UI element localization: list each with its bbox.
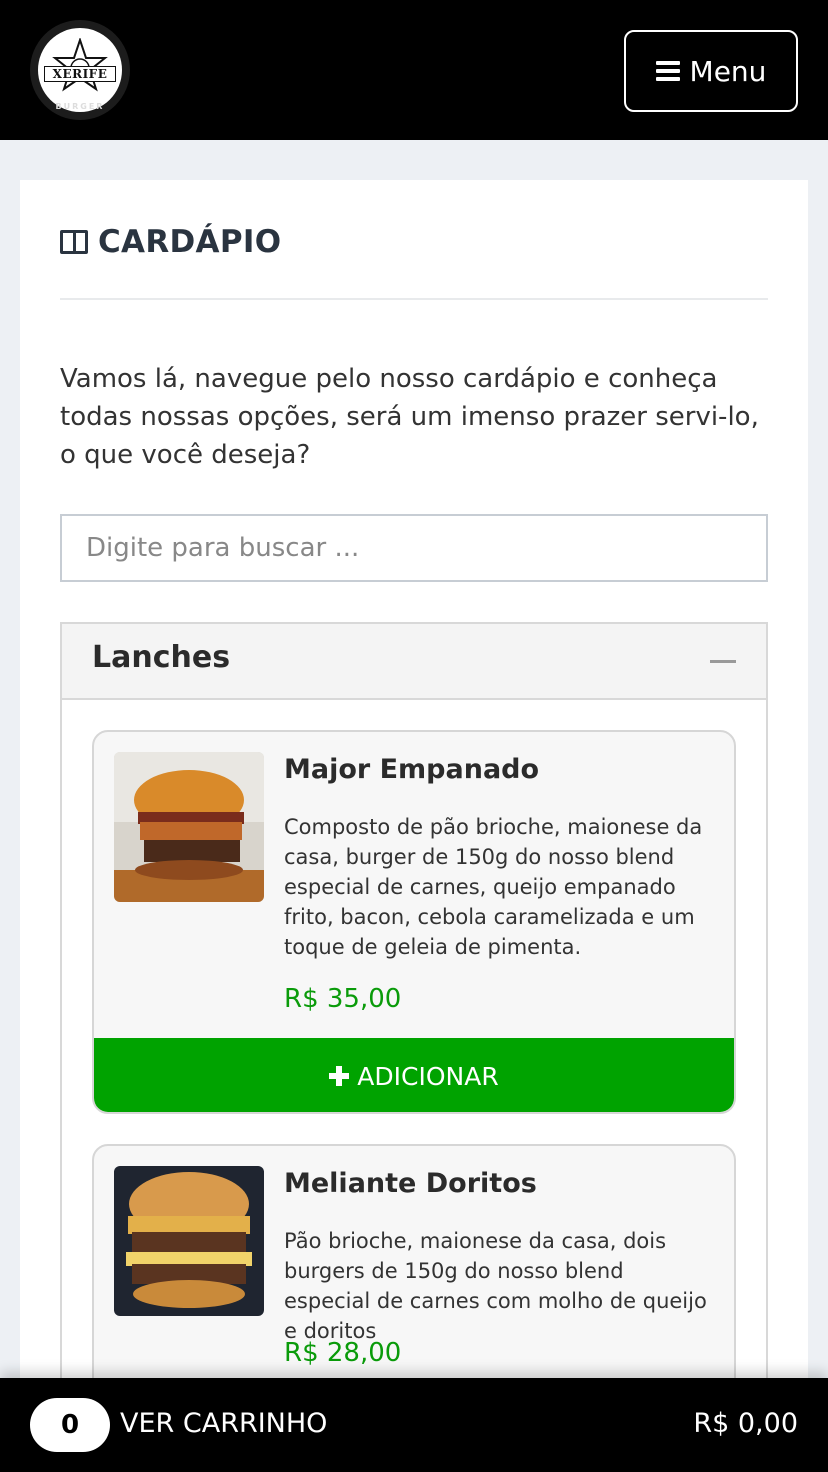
add-to-cart-button[interactable]: ADICIONAR <box>94 1038 734 1112</box>
section-divider <box>60 298 768 300</box>
collapse-minus-icon[interactable] <box>710 660 736 663</box>
product-name: Meliante Doritos <box>284 1168 537 1199</box>
search-input[interactable] <box>60 514 768 582</box>
menu-card: CARDÁPIO Vamos lá, navegue pelo nosso ca… <box>20 180 808 1472</box>
product-image-burger <box>114 752 264 902</box>
cart-count-badge: 0 <box>30 1398 110 1452</box>
product-price: R$ 28,00 <box>284 1338 402 1368</box>
intro-text: Vamos lá, navegue pelo nosso cardápio e … <box>60 364 759 470</box>
book-open-icon <box>60 230 88 254</box>
menu-button[interactable]: Menu <box>624 30 798 112</box>
category-header[interactable]: Lanches <box>62 624 766 700</box>
logo-sub-text: BURGER <box>55 102 105 111</box>
view-cart-link[interactable]: VER CARRINHO <box>120 1408 327 1439</box>
brand-logo[interactable]: XERIFE BURGER <box>30 20 130 120</box>
top-navbar: XERIFE BURGER Menu <box>0 0 828 140</box>
logo-badge: XERIFE <box>38 28 122 112</box>
cart-total: R$ 0,00 <box>693 1408 798 1439</box>
product-description: Pão brioche, maionese da casa, dois burg… <box>284 1229 707 1343</box>
category-title: Lanches <box>92 640 231 675</box>
category-panel-lanches: Lanches Major Empanado Composto de pão b… <box>60 622 768 1472</box>
product-description: Composto de pão brioche, maionese da cas… <box>284 815 703 959</box>
product-image-burger <box>114 1166 264 1316</box>
section-header: CARDÁPIO <box>60 224 281 260</box>
plus-icon <box>329 1066 350 1086</box>
hamburger-icon <box>655 61 680 81</box>
product-price: R$ 35,00 <box>284 984 402 1014</box>
cart-bar[interactable]: 0 VER CARRINHO R$ 0,00 <box>0 1378 828 1472</box>
menu-button-label: Menu <box>689 54 767 88</box>
section-title: CARDÁPIO <box>98 224 282 260</box>
logo-brand-text: XERIFE <box>44 66 116 82</box>
product-name: Major Empanado <box>284 754 540 785</box>
product-card: Major Empanado Composto de pão brioche, … <box>92 730 736 1114</box>
add-button-label: ADICIONAR <box>357 1061 499 1091</box>
